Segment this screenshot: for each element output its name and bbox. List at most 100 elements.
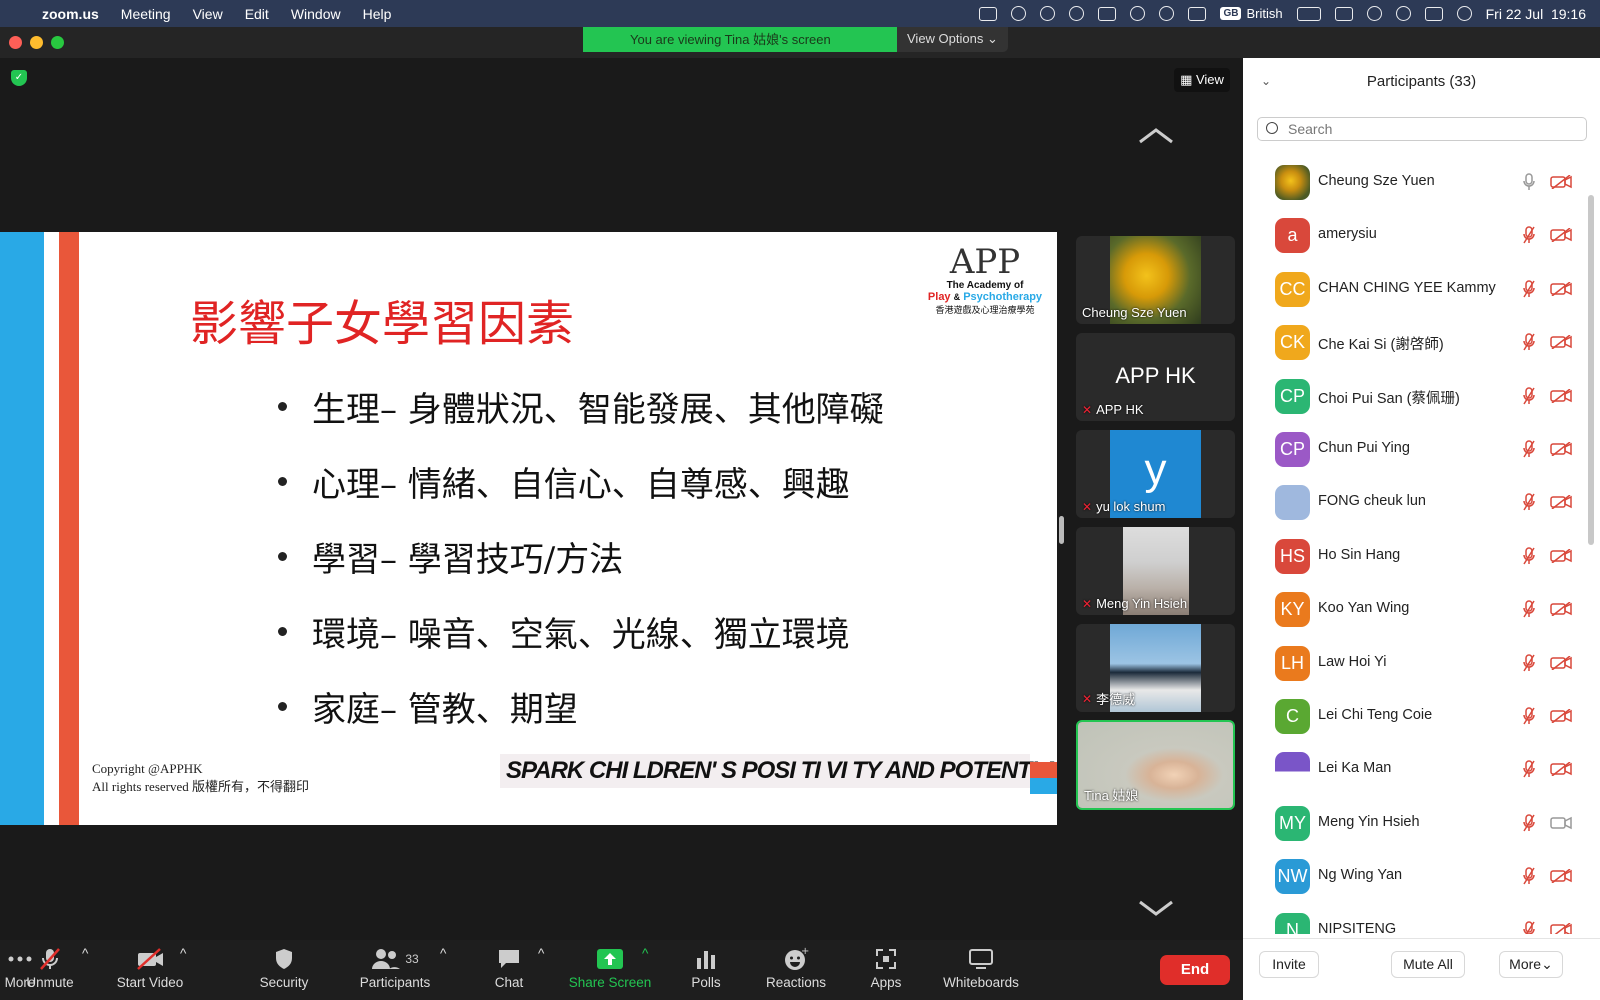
video-off-icon[interactable] <box>1550 227 1572 243</box>
menubar-clock[interactable]: Fri 22 Jul 19:16 <box>1486 6 1586 22</box>
muted-mic-icon[interactable] <box>1523 707 1535 725</box>
video-off-icon[interactable] <box>1550 601 1572 617</box>
muted-mic-icon[interactable] <box>1523 333 1535 351</box>
video-off-icon[interactable] <box>1550 761 1572 777</box>
participant-row[interactable]: C Lei Chi Teng Coie <box>1243 690 1588 743</box>
muted-mic-icon[interactable] <box>1523 493 1535 511</box>
video-off-icon[interactable] <box>1550 174 1572 190</box>
scroll-up-chevron-icon[interactable] <box>1138 126 1174 144</box>
menu-app-name[interactable]: zoom.us <box>38 6 110 22</box>
muted-mic-icon[interactable] <box>1523 920 1535 934</box>
zoom-status-icon[interactable] <box>979 6 998 21</box>
share-options-caret[interactable]: ^ <box>642 946 648 961</box>
video-tile-lee-tak-wai[interactable]: ✕ 李德威 <box>1076 624 1235 712</box>
encryption-shield-icon[interactable]: ✓ <box>11 70 27 86</box>
muted-mic-icon[interactable] <box>1523 547 1535 565</box>
mute-all-button[interactable]: Mute All <box>1391 951 1465 978</box>
muted-mic-icon[interactable] <box>1523 867 1535 885</box>
participant-list[interactable]: Cheung Sze Yuen a amerysiu CC CHAN CHING YEE… <box>1243 154 1588 934</box>
muted-mic-icon[interactable] <box>1523 814 1535 832</box>
minimize-window-button[interactable] <box>30 36 43 49</box>
video-off-icon[interactable] <box>1550 655 1572 671</box>
scroll-down-chevron-icon[interactable] <box>1138 900 1174 918</box>
chat-button[interactable]: Chat <box>487 946 531 990</box>
video-off-icon[interactable] <box>1550 334 1572 350</box>
menu-help[interactable]: Help <box>352 6 403 22</box>
video-off-icon[interactable] <box>1550 494 1572 510</box>
participant-row[interactable]: HS Ho Sin Hang <box>1243 530 1588 583</box>
participant-row[interactable]: LH Law Hoi Yi <box>1243 637 1588 690</box>
security-button[interactable]: Security <box>254 946 314 990</box>
input-source[interactable]: GB British <box>1220 6 1283 21</box>
participant-row[interactable]: KY Koo Yan Wing <box>1243 583 1588 636</box>
muted-mic-icon[interactable] <box>1523 653 1535 672</box>
chat-options-caret[interactable]: ^ <box>538 946 544 961</box>
video-off-icon[interactable] <box>1550 441 1572 457</box>
invite-button[interactable]: Invite <box>1259 951 1319 978</box>
audio-options-caret[interactable]: ^ <box>82 946 88 961</box>
participant-row[interactable]: MY Meng Yin Hsieh <box>1243 797 1588 850</box>
participant-row[interactable]: a amerysiu <box>1243 209 1588 262</box>
share-screen-button[interactable]: Share Screen <box>566 946 654 990</box>
participant-row[interactable]: N NIPSITENG <box>1243 904 1588 934</box>
menu-window[interactable]: Window <box>280 6 352 22</box>
menu-edit[interactable]: Edit <box>234 6 280 22</box>
battery-icon[interactable] <box>1296 6 1321 21</box>
muted-mic-icon[interactable] <box>1523 386 1535 405</box>
spotlight-search-icon[interactable] <box>1395 6 1411 21</box>
status-sync-icon[interactable] <box>1040 6 1056 21</box>
status-app-icon[interactable] <box>1011 6 1027 21</box>
video-tile-app-hk[interactable]: APP HK ✕ APP HK <box>1076 333 1235 421</box>
view-layout-button[interactable]: ▦ View <box>1174 68 1230 92</box>
video-off-icon[interactable] <box>1550 708 1572 724</box>
video-camera-icon[interactable] <box>1550 816 1572 830</box>
microphone-icon[interactable] <box>1523 173 1535 191</box>
video-off-icon[interactable] <box>1550 922 1572 934</box>
grammarly-icon[interactable] <box>1069 6 1085 21</box>
video-options-caret[interactable]: ^ <box>180 946 186 961</box>
participants-button[interactable]: 33 Participants <box>354 946 436 990</box>
participant-row[interactable]: CP Choi Pui San (蔡佩珊) <box>1243 370 1588 423</box>
more-button[interactable]: More <box>0 946 40 990</box>
participant-row[interactable]: CK Che Kai Si (謝啓師) <box>1243 316 1588 369</box>
participant-row[interactable]: FONG cheuk lun <box>1243 476 1588 529</box>
panel-more-button[interactable]: More⌄ <box>1499 951 1563 978</box>
participant-list-scrollbar[interactable] <box>1588 195 1594 545</box>
video-tile-meng-yin-hsieh[interactable]: ✕ Meng Yin Hsieh <box>1076 527 1235 615</box>
user-icon[interactable] <box>1366 6 1382 21</box>
info-status-icon[interactable] <box>1130 6 1146 21</box>
m-app-icon[interactable] <box>1098 6 1117 21</box>
polls-button[interactable]: Polls <box>688 946 724 990</box>
end-meeting-button[interactable]: End <box>1160 955 1230 985</box>
zoom-window-button[interactable] <box>51 36 64 49</box>
video-off-icon[interactable] <box>1550 281 1572 297</box>
muted-mic-icon[interactable] <box>1523 280 1535 298</box>
menu-meeting[interactable]: Meeting <box>110 6 182 22</box>
apps-button[interactable]: Apps <box>868 946 904 990</box>
start-video-button[interactable]: Start Video <box>112 946 188 990</box>
participant-search-input[interactable]: Search <box>1257 117 1587 141</box>
siri-icon[interactable] <box>1456 6 1472 21</box>
participant-row[interactable]: CP Chun Pui Ying <box>1243 423 1588 476</box>
video-tile-tina-active-speaker[interactable]: Tina 姑娘 <box>1076 720 1235 810</box>
panel-resize-handle[interactable] <box>1059 516 1064 544</box>
video-off-icon[interactable] <box>1550 868 1572 884</box>
close-window-button[interactable] <box>9 36 22 49</box>
participant-row[interactable]: NW Ng Wing Yan <box>1243 850 1588 903</box>
video-off-icon[interactable] <box>1550 548 1572 564</box>
participants-options-caret[interactable]: ^ <box>440 946 446 961</box>
reactions-button[interactable]: + Reactions <box>764 946 828 990</box>
control-center-icon[interactable] <box>1424 6 1443 21</box>
participant-row[interactable]: Cheung Sze Yuen <box>1243 156 1588 209</box>
bluetooth-icon[interactable] <box>1188 6 1207 21</box>
muted-mic-icon[interactable] <box>1523 440 1535 458</box>
video-tile-yu-lok-shum[interactable]: y ✕ yu lok shum <box>1076 430 1235 518</box>
participant-row[interactable]: CC CHAN CHING YEE Kammy <box>1243 263 1588 316</box>
participant-row[interactable]: Lei Ka Man <box>1243 743 1588 796</box>
video-tile-cheung-sze-yuen[interactable]: Cheung Sze Yuen <box>1076 236 1235 324</box>
view-options-button[interactable]: View Options ⌄ <box>897 27 1008 52</box>
airpods-icon[interactable] <box>1159 6 1175 21</box>
video-off-icon[interactable] <box>1550 388 1572 404</box>
whiteboards-button[interactable]: Whiteboards <box>940 946 1022 990</box>
muted-mic-icon[interactable] <box>1523 226 1535 244</box>
